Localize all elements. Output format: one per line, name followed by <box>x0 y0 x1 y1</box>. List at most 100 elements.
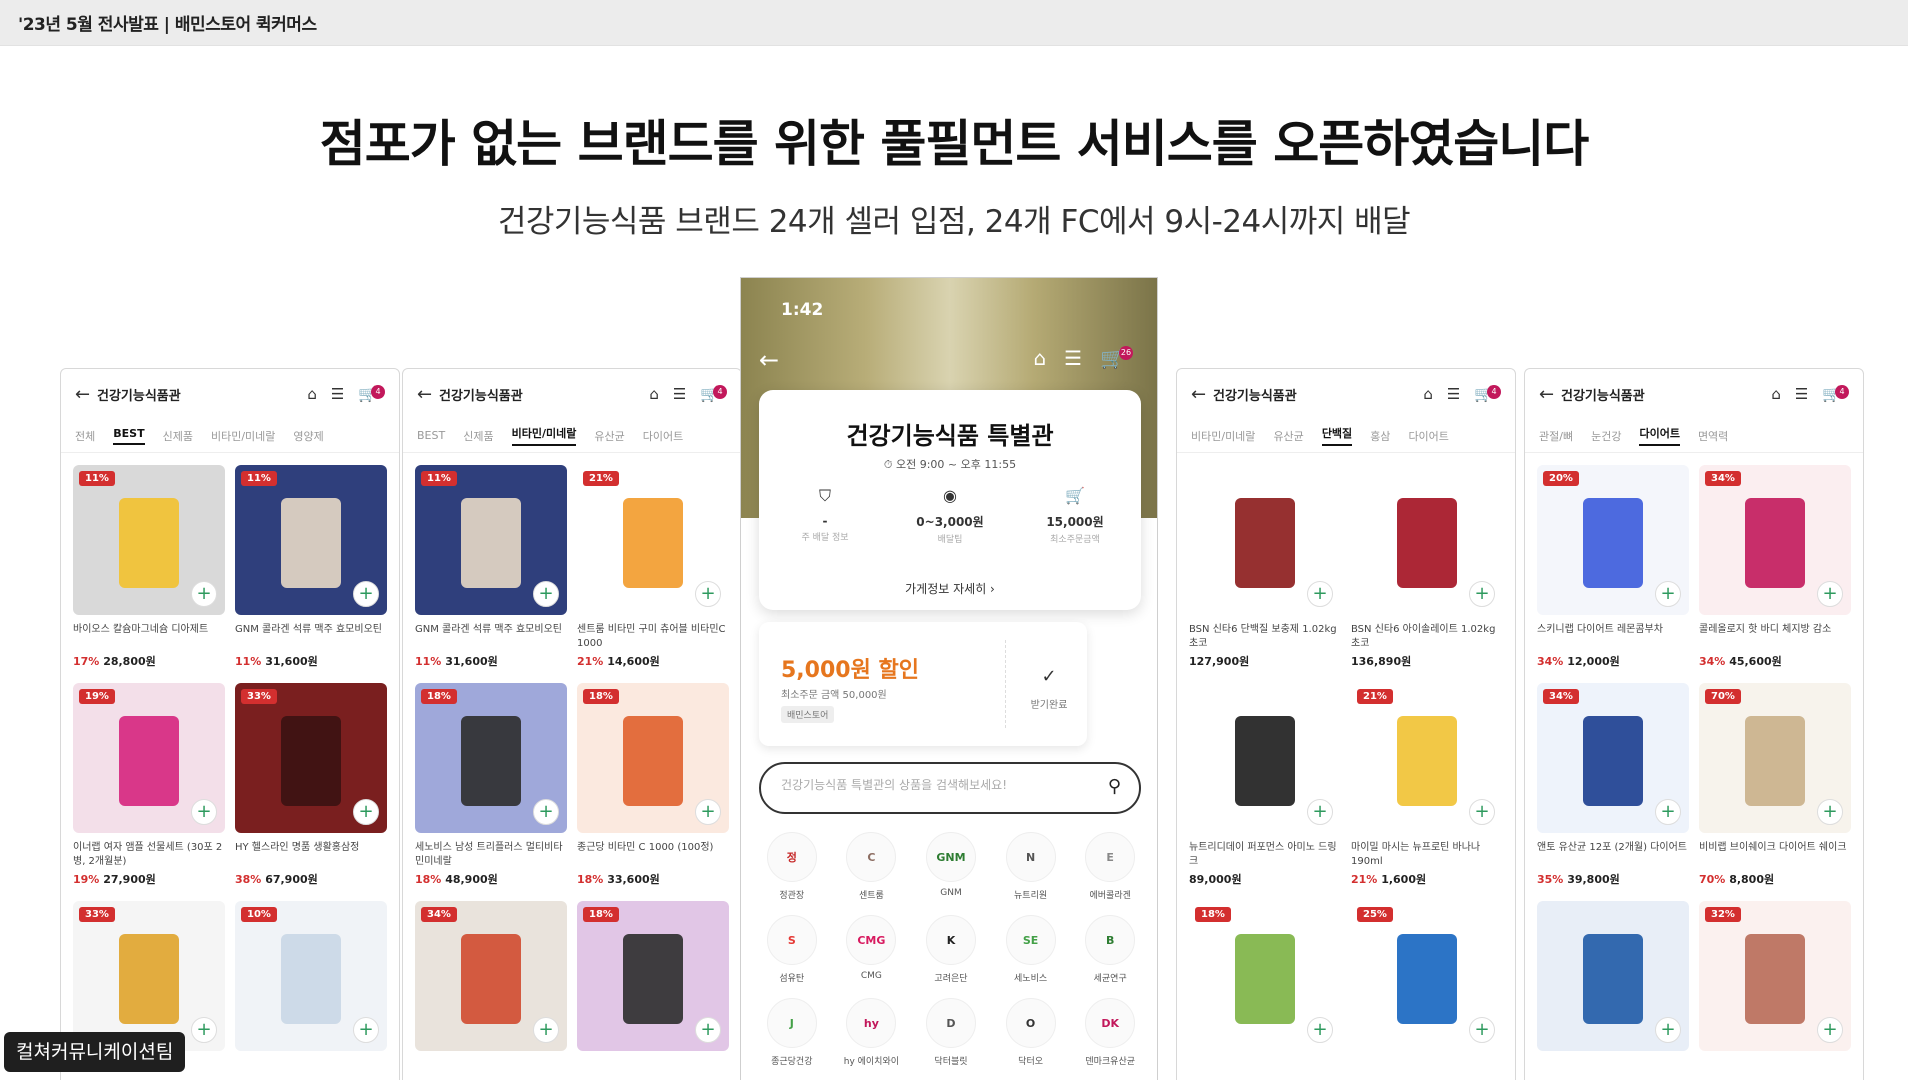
product-image[interactable]: 34% + <box>1699 465 1851 615</box>
back-arrow-icon[interactable]: ← <box>1191 384 1213 405</box>
store-info-link[interactable]: 가게정보 자세히 › <box>759 580 1141 597</box>
coupon-action[interactable]: 받기완료 <box>1017 696 1081 711</box>
back-arrow-icon[interactable]: ← <box>759 346 779 374</box>
brand-item[interactable]: SE 세노비스 <box>994 915 1068 984</box>
brand-item[interactable]: C 센트룸 <box>835 832 909 901</box>
product-card[interactable]: + BSN 신타6 단백질 보충제 1.02kg 초코 127,900원 <box>1189 465 1341 669</box>
product-card[interactable]: + 뉴트리디데이 퍼포먼스 아미노 드링크 89,000원 <box>1189 683 1341 887</box>
product-image[interactable]: 18% + <box>1189 901 1341 1051</box>
product-image[interactable]: 19% + <box>73 683 225 833</box>
product-card[interactable]: + BSN 신타6 아이솔레이트 1.02kg 초코 136,890원 <box>1351 465 1503 669</box>
menu-icon[interactable]: ☰ <box>331 385 344 403</box>
product-image[interactable]: 33% + <box>235 683 387 833</box>
category-tab[interactable]: 다이어트 <box>643 428 683 444</box>
check-icon[interactable]: ✓ <box>1021 666 1077 687</box>
back-arrow-icon[interactable]: ← <box>1539 384 1561 405</box>
brand-item[interactable]: E 에버콜라겐 <box>1073 832 1147 901</box>
product-image[interactable]: 10% + <box>235 901 387 1051</box>
product-card[interactable]: 34% + <box>415 901 567 1080</box>
category-tab[interactable]: 홍삼 <box>1370 428 1390 444</box>
product-card[interactable]: 18% + 종근당 비타민 C 1000 (100정) 18% 33,600원 <box>577 683 729 887</box>
brand-logo[interactable]: K <box>925 915 976 965</box>
category-tab[interactable]: 다이어트 <box>1639 425 1680 446</box>
add-to-cart-icon[interactable]: + <box>1817 581 1843 607</box>
brand-item[interactable]: hy hy 에이치와이 <box>835 998 909 1067</box>
brand-logo[interactable]: C <box>846 832 897 882</box>
product-image[interactable]: 25% + <box>1351 901 1503 1051</box>
add-to-cart-icon[interactable]: + <box>1655 581 1681 607</box>
add-to-cart-icon[interactable]: + <box>1655 1017 1681 1043</box>
add-to-cart-icon[interactable]: + <box>1469 799 1495 825</box>
product-image[interactable]: 18% + <box>577 901 729 1051</box>
brand-item[interactable]: D 닥터블릿 <box>914 998 988 1067</box>
add-to-cart-icon[interactable]: + <box>1307 799 1333 825</box>
product-card[interactable]: 21% + 마이밀 마시는 뉴프로틴 바나나 190ml 21% 1,600원 <box>1351 683 1503 887</box>
brand-item[interactable]: K 고려은단 <box>914 915 988 984</box>
add-to-cart-icon[interactable]: + <box>191 799 217 825</box>
product-image[interactable]: 70% + <box>1699 683 1851 833</box>
product-image[interactable]: 18% + <box>415 683 567 833</box>
category-tab[interactable]: 영양제 <box>293 428 323 444</box>
home-icon[interactable]: ⌂ <box>1033 346 1046 370</box>
product-card[interactable]: 25% + <box>1351 901 1503 1080</box>
add-to-cart-icon[interactable]: + <box>353 1017 379 1043</box>
brand-logo[interactable]: hy <box>846 998 897 1048</box>
product-card[interactable]: 11% + 바이오스 칼슘마그네슘 디아제트 17% 28,800원 <box>73 465 225 669</box>
search-icon[interactable]: ⚲ <box>1108 776 1121 797</box>
product-card[interactable]: 18% + <box>577 901 729 1080</box>
category-tab[interactable]: 신제품 <box>463 428 493 444</box>
product-image[interactable]: 18% + <box>577 683 729 833</box>
product-image[interactable]: 11% + <box>415 465 567 615</box>
brand-item[interactable]: B 세균연구 <box>1073 915 1147 984</box>
back-arrow-icon[interactable]: ← <box>75 384 97 405</box>
brand-item[interactable]: N 뉴트리원 <box>994 832 1068 901</box>
add-to-cart-icon[interactable]: + <box>695 799 721 825</box>
category-tab[interactable]: 다이어트 <box>1408 428 1448 444</box>
cart-icon[interactable]: 🛒4 <box>358 385 385 403</box>
category-tab[interactable]: 비타민/미네랄 <box>211 428 275 444</box>
brand-item[interactable]: 정 정관장 <box>755 832 829 901</box>
product-card[interactable]: 18% + <box>1189 901 1341 1080</box>
cart-icon[interactable]: 🛒4 <box>1822 385 1849 403</box>
product-card[interactable]: + <box>1537 901 1689 1080</box>
add-to-cart-icon[interactable]: + <box>1469 1017 1495 1043</box>
brand-item[interactable]: GNM GNM <box>914 832 988 901</box>
home-icon[interactable]: ⌂ <box>1423 385 1433 403</box>
cart-icon[interactable]: 🛒4 <box>1474 385 1501 403</box>
category-tab[interactable]: 면역력 <box>1698 428 1728 444</box>
cart-icon[interactable]: 🛒4 <box>700 385 727 403</box>
brand-logo[interactable]: E <box>1085 832 1136 882</box>
add-to-cart-icon[interactable]: + <box>1307 581 1333 607</box>
product-image[interactable]: 11% + <box>235 465 387 615</box>
add-to-cart-icon[interactable]: + <box>533 799 559 825</box>
brand-logo[interactable]: S <box>766 915 817 965</box>
product-image[interactable]: 34% + <box>1537 683 1689 833</box>
product-card[interactable]: 21% + 센트룸 비타민 구미 츄어블 비타민C 1000 21% 14,60… <box>577 465 729 669</box>
brand-item[interactable]: DK 덴마크유산균 <box>1073 998 1147 1067</box>
category-tab[interactable]: BEST <box>113 427 145 445</box>
add-to-cart-icon[interactable]: + <box>695 581 721 607</box>
product-card[interactable]: 33% + HY 헬스라인 명품 생활홍삼정 38% 67,900원 <box>235 683 387 887</box>
add-to-cart-icon[interactable]: + <box>1817 1017 1843 1043</box>
product-image[interactable]: 21% + <box>577 465 729 615</box>
brand-item[interactable]: S 섬유탄 <box>755 915 829 984</box>
product-card[interactable]: 18% + 세노비스 남성 트리플러스 멀티비타민미네랄 18% 48,900원 <box>415 683 567 887</box>
product-card[interactable]: 19% + 이너랩 여자 앰플 선물세트 (30포 2병, 2개월분) 19% … <box>73 683 225 887</box>
brand-item[interactable]: O 닥터오 <box>994 998 1068 1067</box>
menu-icon[interactable]: ☰ <box>1447 385 1460 403</box>
add-to-cart-icon[interactable]: + <box>191 1017 217 1043</box>
product-image[interactable]: 11% + <box>73 465 225 615</box>
add-to-cart-icon[interactable]: + <box>353 581 379 607</box>
add-to-cart-icon[interactable]: + <box>1307 1017 1333 1043</box>
brand-logo[interactable]: 정 <box>766 832 817 882</box>
product-image[interactable]: 20% + <box>1537 465 1689 615</box>
product-image[interactable]: 32% + <box>1699 901 1851 1051</box>
add-to-cart-icon[interactable]: + <box>695 1017 721 1043</box>
category-tab[interactable]: BEST <box>417 429 445 442</box>
category-tab[interactable]: 비타민/미네랄 <box>1191 428 1255 444</box>
product-card[interactable]: 10% + <box>235 901 387 1080</box>
brand-item[interactable]: J 종근당건강 <box>755 998 829 1067</box>
home-icon[interactable]: ⌂ <box>649 385 659 403</box>
brand-item[interactable]: CMG CMG <box>835 915 909 984</box>
product-image[interactable]: + <box>1189 683 1341 833</box>
